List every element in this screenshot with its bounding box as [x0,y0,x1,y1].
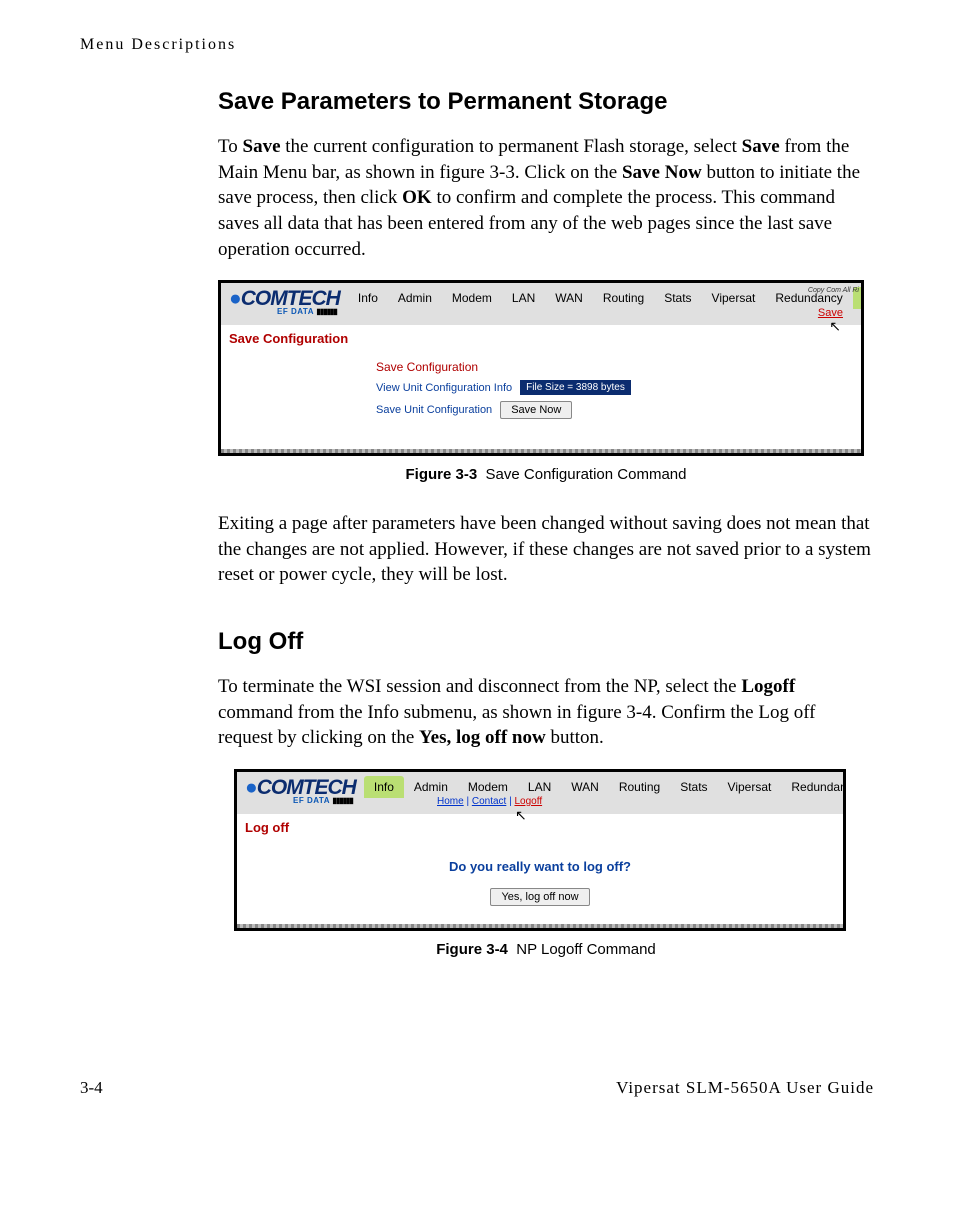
save-now-button[interactable]: Save Now [500,401,572,419]
section-title-logoff: Log Off [218,628,874,656]
shot-page-title: Log off [237,814,843,845]
sublink-home[interactable]: Home [437,796,464,807]
menu-wan[interactable]: WAN [561,776,609,798]
panel-heading: Save Configuration [376,360,706,374]
sublink-logoff[interactable]: Logoff [514,796,542,807]
page-footer: 3-4 Vipersat SLM-5650A User Guide [80,1078,874,1098]
copyright-snippet: Copy Com All Ri [808,287,859,294]
app-logo: ●COMTECH EF DATA ▮▮▮▮▮▮ [221,283,348,329]
torn-edge-decoration [237,924,843,928]
save-config-panel: Save Configuration View Unit Configurati… [221,356,861,435]
menubar: ●COMTECH EF DATA ▮▮▮▮▮▮ Info Admin Modem… [221,283,861,325]
page-running-header: Menu Descriptions [80,36,874,54]
main-menu: Info Admin Modem LAN WAN Routing Stats V… [348,287,864,309]
menubar: ●COMTECH EF DATA ▮▮▮▮▮▮ Info Admin Modem… [237,772,843,814]
menu-wan[interactable]: WAN [545,287,593,309]
menu-stats[interactable]: Stats [670,776,717,798]
page-number: 3-4 [80,1078,103,1098]
app-logo: ●COMTECH EF DATA ▮▮▮▮▮▮ [237,772,364,818]
menu-stats[interactable]: Stats [654,287,701,309]
yes-logoff-button[interactable]: Yes, log off now [490,888,589,906]
menu-admin[interactable]: Admin [404,776,458,798]
info-submenu: Home | Contact | Logoff [437,796,542,807]
view-config-label: View Unit Configuration Info [376,382,512,394]
save-config-label: Save Unit Configuration [376,404,492,416]
menu-lan[interactable]: LAN [502,287,545,309]
logo-bars-icon: ▮▮▮▮▮▮ [332,796,352,805]
menu-info[interactable]: Info [364,776,404,798]
menu-vipersat[interactable]: Vipersat [702,287,766,309]
shot-page-title: Save Configuration [221,325,861,356]
menu-info[interactable]: Info [348,287,388,309]
save-submenu-link[interactable]: Save [818,307,843,319]
menu-modem[interactable]: Modem [458,776,518,798]
logoff-panel: Do you really want to log off? Yes, log … [237,845,843,924]
torn-edge-decoration [221,449,861,453]
para-save-warning: Exiting a page after parameters have bee… [218,511,874,588]
figure-3-3-screenshot: ●COMTECH EF DATA ▮▮▮▮▮▮ Info Admin Modem… [218,280,864,456]
menu-modem[interactable]: Modem [442,287,502,309]
menu-admin[interactable]: Admin [388,287,442,309]
main-menu: Info Admin Modem LAN WAN Routing Stats V… [364,776,846,798]
menu-redundancy[interactable]: Redundancy [781,776,846,798]
figure-3-3-caption: Figure 3-3 Save Configuration Command [218,466,874,483]
file-size-value: File Size = 3898 bytes [520,380,631,395]
figure-3-4-screenshot: ●COMTECH EF DATA ▮▮▮▮▮▮ Info Admin Modem… [234,769,846,931]
logoff-prompt: Do you really want to log off? [237,859,843,874]
sublink-contact[interactable]: Contact [472,796,506,807]
para-logoff-intro: To terminate the WSI session and disconn… [218,674,874,751]
doc-title-footer: Vipersat SLM-5650A User Guide [616,1078,874,1098]
menu-routing[interactable]: Routing [593,287,654,309]
menu-vipersat[interactable]: Vipersat [718,776,782,798]
para-save-intro: To Save the current configuration to per… [218,134,874,262]
menu-lan[interactable]: LAN [518,776,561,798]
figure-3-4-caption: Figure 3-4 NP Logoff Command [218,941,874,958]
menu-routing[interactable]: Routing [609,776,670,798]
section-title-save: Save Parameters to Permanent Storage [218,88,874,116]
logo-bars-icon: ▮▮▮▮▮▮ [316,307,336,316]
